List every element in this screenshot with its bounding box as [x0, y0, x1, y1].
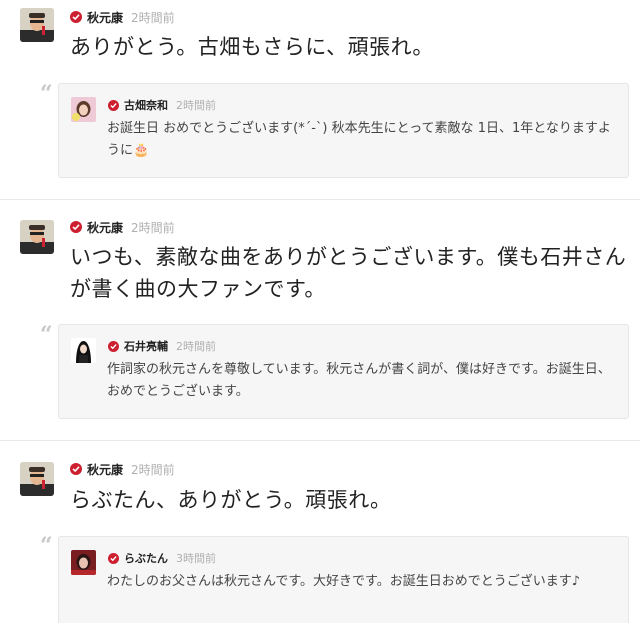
- quoted-author-name[interactable]: 石井亮輔: [124, 338, 168, 354]
- verified-check-icon: [108, 340, 119, 352]
- comment-feed: 秋元康 2時間前 ありがとう。古畑もさらに、頑張れ。 “ 古畑奈和 2時間前 お…: [0, 0, 640, 623]
- quoted-author-avatar[interactable]: [71, 97, 96, 122]
- verified-check-icon: [70, 11, 82, 23]
- post-body: ありがとう。古畑もさらに、頑張れ。: [70, 35, 434, 59]
- quoted-header: 石井亮輔 2時間前: [108, 337, 216, 355]
- post-header: 秋元康 2時間前: [70, 460, 175, 478]
- timestamp[interactable]: 2時間前: [131, 461, 175, 478]
- quoted-author-avatar[interactable]: [71, 338, 96, 363]
- post-body: らぶたん、ありがとう。頑張れ。: [70, 488, 392, 512]
- author-avatar[interactable]: [20, 220, 54, 254]
- author-avatar[interactable]: [20, 462, 54, 496]
- quoted-timestamp[interactable]: 3時間前: [176, 550, 216, 566]
- quote-mark-icon: “: [40, 322, 53, 348]
- post-body: いつも、素敵な曲をありがとうございます。僕も石井さんが書く曲の大ファンです。: [70, 245, 627, 301]
- timestamp[interactable]: 2時間前: [131, 219, 175, 236]
- verified-check-icon: [108, 99, 119, 111]
- quoted-timestamp[interactable]: 2時間前: [176, 338, 216, 354]
- author-name[interactable]: 秋元康: [87, 461, 123, 478]
- verified-check-icon: [70, 463, 82, 475]
- divider: [0, 440, 640, 441]
- author-avatar[interactable]: [20, 8, 54, 42]
- post-header: 秋元康 2時間前: [70, 8, 175, 26]
- quoted-comment[interactable]: らぶたん 3時間前 わたしのお父さんは秋元さんです。大好きです。お誕生日おめでと…: [58, 536, 629, 623]
- quote-mark-icon: “: [40, 81, 53, 107]
- quoted-comment[interactable]: 古畑奈和 2時間前 お誕生日 おめでとうございます(*´-`) 秋本先生にとって…: [58, 83, 629, 178]
- quoted-body: お誕生日 おめでとうございます(*´-`) 秋本先生にとって素敵な 1日、1年と…: [107, 121, 611, 158]
- verified-check-icon: [108, 552, 119, 564]
- quoted-comment[interactable]: 石井亮輔 2時間前 作詞家の秋元さんを尊敬しています。秋元さんが書く詞が、僕は好…: [58, 324, 629, 419]
- quoted-header: 古畑奈和 2時間前: [108, 96, 216, 114]
- quoted-body: わたしのお父さんは秋元さんです。大好きです。お誕生日おめでとうございます♪: [107, 574, 581, 589]
- timestamp[interactable]: 2時間前: [131, 9, 175, 26]
- post-header: 秋元康 2時間前: [70, 218, 175, 236]
- quoted-author-name[interactable]: らぶたん: [124, 550, 168, 566]
- author-name[interactable]: 秋元康: [87, 219, 123, 236]
- quoted-body: 作詞家の秋元さんを尊敬しています。秋元さんが書く詞が、僕は好きです。お誕生日、お…: [107, 362, 611, 399]
- quoted-header: らぶたん 3時間前: [108, 549, 216, 567]
- quoted-author-avatar[interactable]: [71, 550, 96, 575]
- quoted-timestamp[interactable]: 2時間前: [176, 97, 216, 113]
- verified-check-icon: [70, 221, 82, 233]
- quoted-author-name[interactable]: 古畑奈和: [124, 97, 168, 113]
- author-name[interactable]: 秋元康: [87, 9, 123, 26]
- divider: [0, 199, 640, 200]
- quote-mark-icon: “: [40, 533, 53, 559]
